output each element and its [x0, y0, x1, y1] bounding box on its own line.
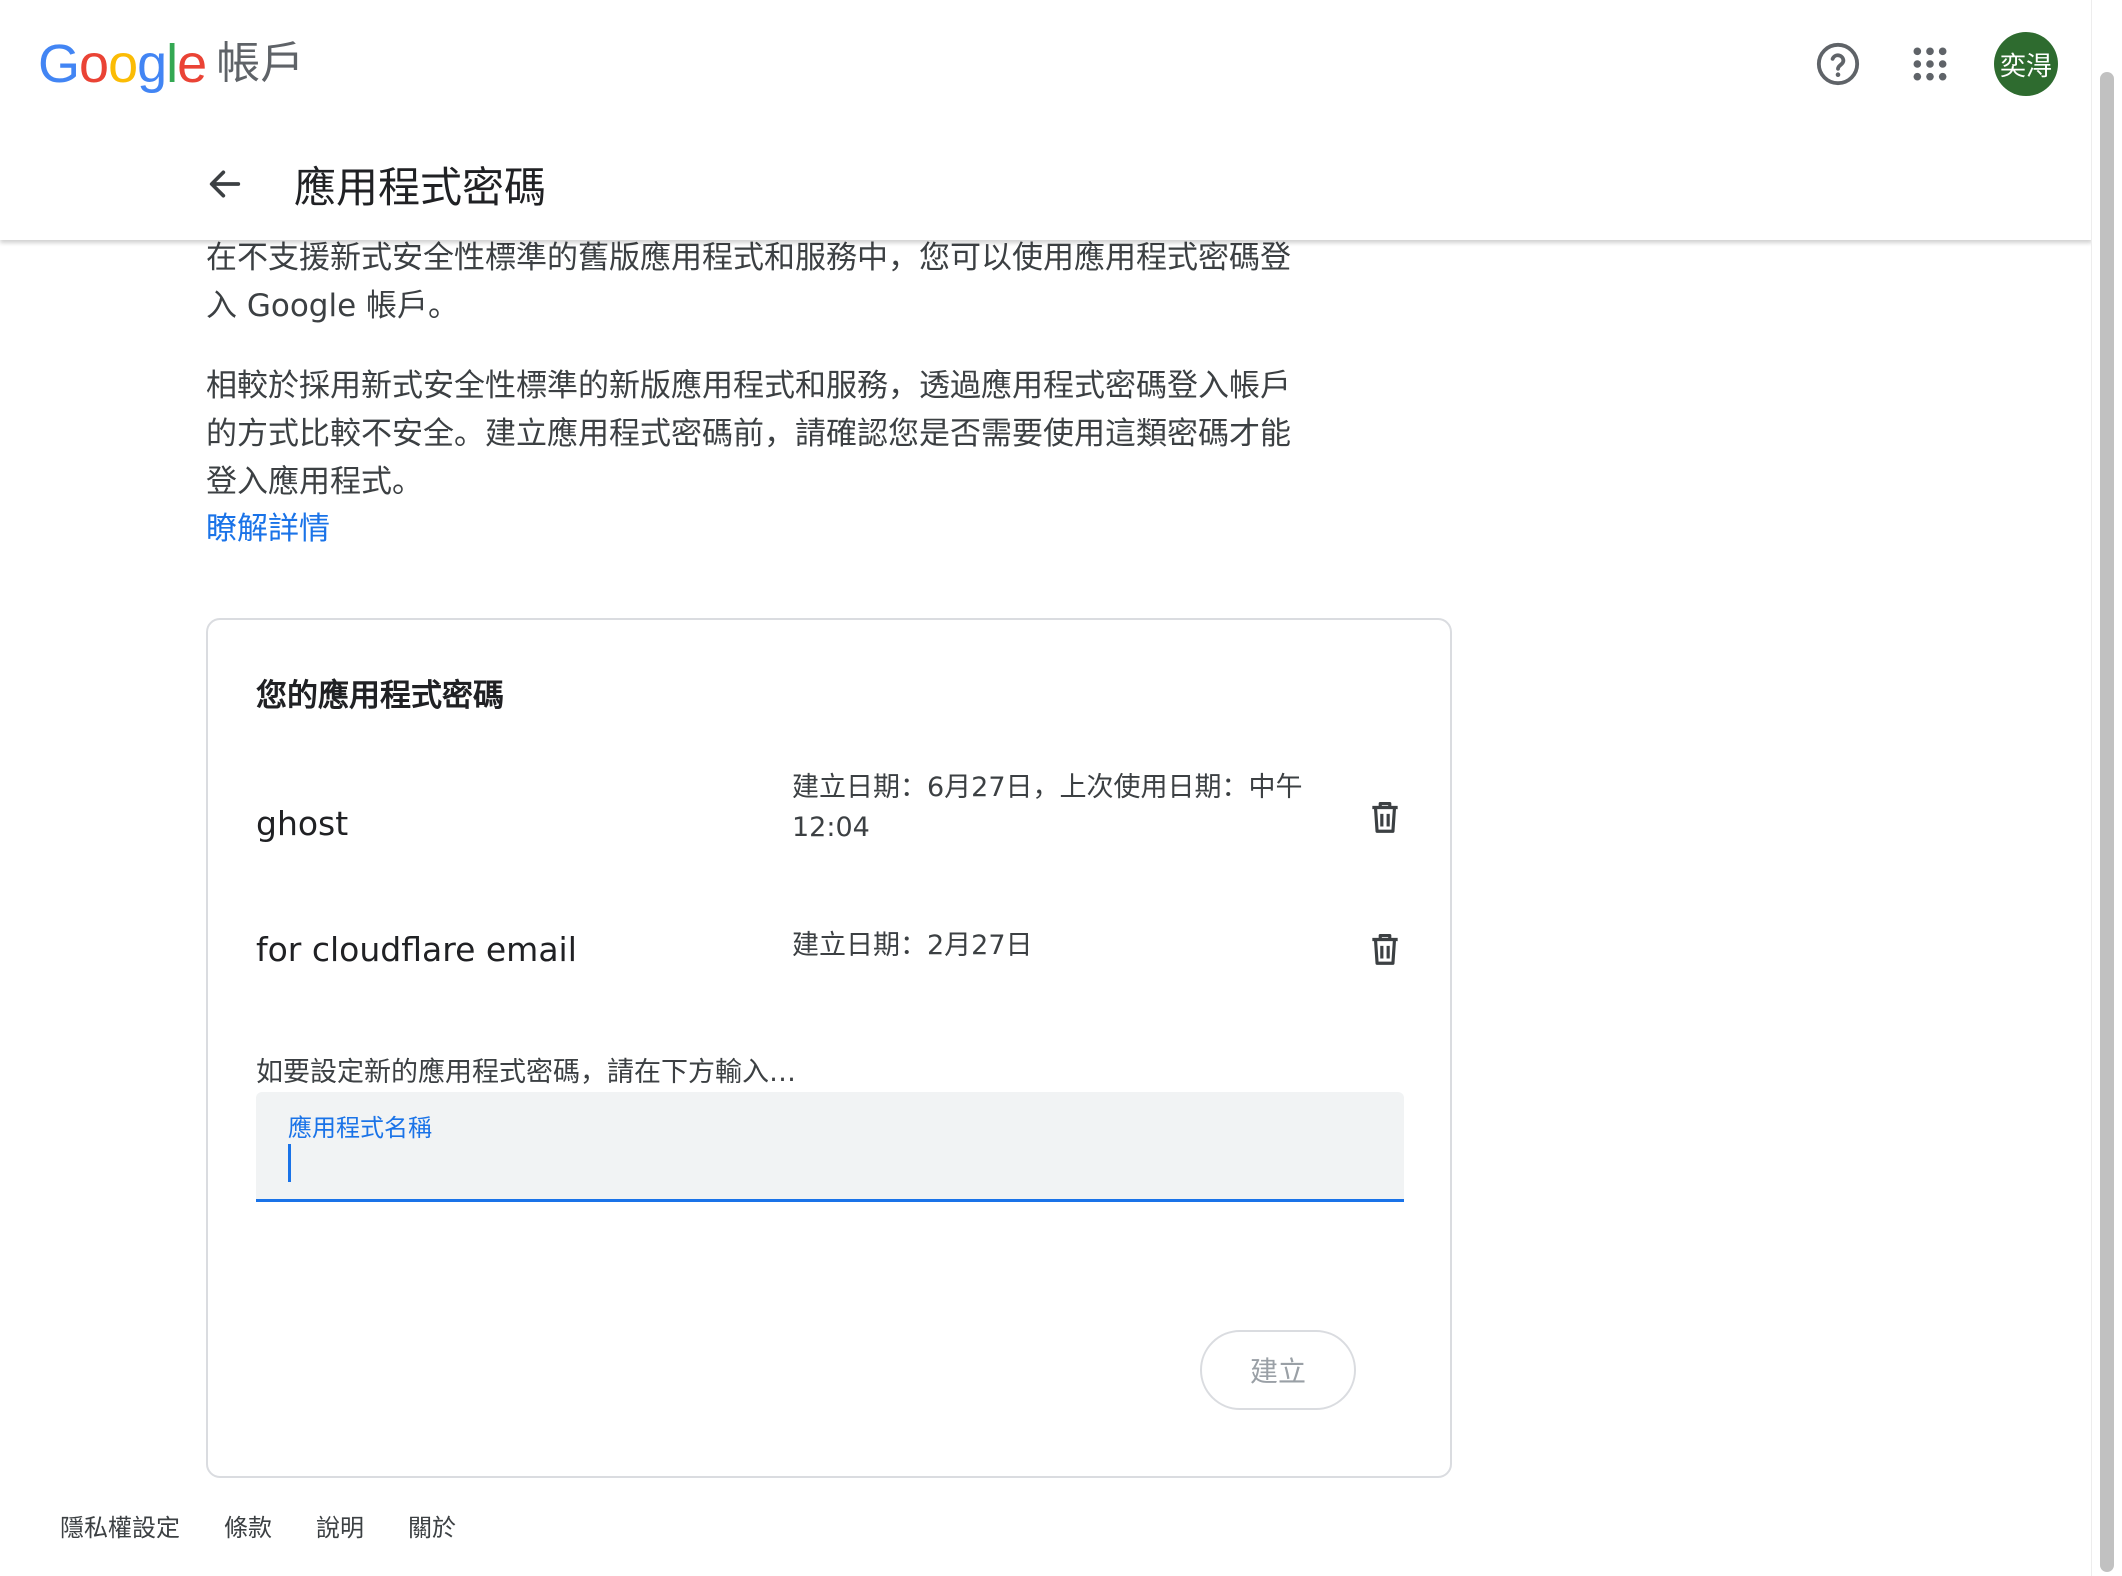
intro-paragraph-2: 相較於採用新式安全性標準的新版應用程式和服務，透過應用程式密碼登入帳戶的方式比較…	[206, 368, 1291, 500]
help-button[interactable]	[1804, 30, 1872, 98]
footer: 隱私權設定 條款 說明 關於	[60, 1508, 500, 1543]
scrollbar-thumb[interactable]	[2100, 72, 2114, 1572]
account-avatar[interactable]: 奕淂	[1994, 32, 2058, 96]
arrow-back-icon	[209, 170, 241, 198]
delete-button[interactable]	[1360, 792, 1410, 842]
learn-more-link[interactable]: 瞭解詳情	[206, 505, 330, 553]
app-name-field[interactable]: 應用程式名稱	[256, 1092, 1404, 1202]
app-password-row: ghost 建立日期：6月27日，上次使用日期：中午 12:04	[256, 768, 1406, 878]
app-password-name: for cloudflare email	[256, 930, 577, 969]
text-caret	[288, 1144, 291, 1182]
app-password-name: ghost	[256, 804, 349, 843]
app-name-label: 應用程式名稱	[288, 1114, 432, 1142]
intro-paragraph-1: 在不支援新式安全性標準的舊版應用程式和服務中，您可以使用應用程式密碼登入 Goo…	[206, 240, 1291, 324]
app-passwords-page: Google 帳戶 奕淂 應用程式密碼 在不支援新式安全性標準的舊版應用程式和服…	[0, 0, 2122, 1576]
trash-icon	[1372, 933, 1398, 965]
apps-grid-icon	[1913, 47, 1947, 81]
google-account-brand[interactable]: Google 帳戶	[38, 30, 304, 98]
app-name-input[interactable]	[288, 1142, 1368, 1186]
new-password-hint: 如要設定新的應用程式密碼，請在下方輸入…	[256, 1057, 796, 1088]
footer-link-about[interactable]: 關於	[408, 1508, 456, 1543]
footer-link-terms[interactable]: 條款	[224, 1508, 272, 1543]
product-name: 帳戶	[216, 38, 305, 89]
app-passwords-card: 您的應用程式密碼 ghost 建立日期：6月27日，上次使用日期：中午 12:0…	[206, 618, 1452, 1478]
delete-button[interactable]	[1360, 924, 1410, 974]
page-title: 應用程式密碼	[294, 162, 547, 212]
apps-button[interactable]	[1896, 30, 1964, 98]
app-password-meta: 建立日期：6月27日，上次使用日期：中午 12:04	[792, 772, 1303, 843]
top-icons: 奕淂	[1780, 30, 2058, 98]
google-logo: Google	[38, 34, 207, 94]
app-password-meta: 建立日期：2月27日	[792, 930, 1033, 961]
page-header: 應用程式密碼	[200, 148, 546, 220]
trash-icon	[1372, 801, 1398, 833]
page-scrollbar[interactable]	[2091, 0, 2122, 1576]
top-bar: Google 帳戶 奕淂 應用程式密碼	[0, 0, 2092, 240]
help-circle-icon	[1816, 42, 1860, 86]
app-password-row: for cloudflare email 建立日期：2月27日	[256, 920, 1406, 1000]
footer-link-help[interactable]: 說明	[316, 1508, 364, 1543]
card-title: 您的應用程式密碼	[256, 678, 504, 714]
footer-link-privacy[interactable]: 隱私權設定	[60, 1508, 180, 1543]
create-button[interactable]: 建立	[1200, 1330, 1356, 1410]
back-button[interactable]	[200, 159, 250, 209]
